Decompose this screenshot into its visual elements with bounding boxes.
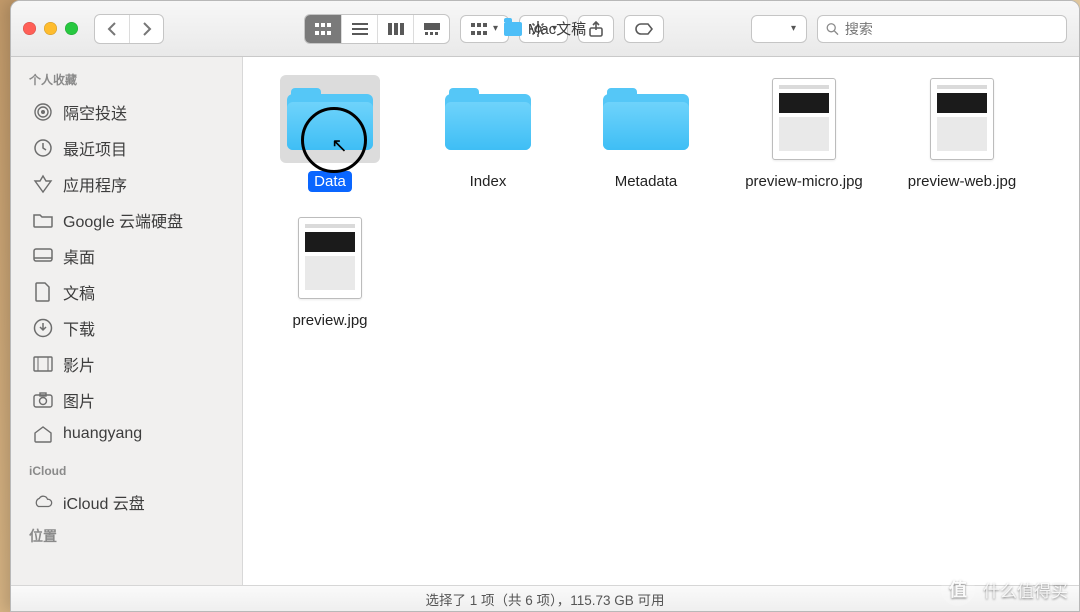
sidebar-item-movies[interactable]: 影片 — [11, 346, 242, 382]
desktop-icon — [33, 246, 53, 266]
item-label: preview.jpg — [286, 310, 373, 331]
column-view-button[interactable] — [377, 15, 413, 43]
icon-view-button[interactable] — [305, 15, 341, 43]
sidebar-item-label: 应用程序 — [63, 172, 127, 196]
sidebar-item-documents[interactable]: 文稿 — [11, 274, 242, 310]
document-icon — [33, 282, 53, 302]
content-area[interactable]: Data Index Metadata preview-micro.jpg previe… — [243, 57, 1079, 585]
image-thumbnail — [280, 214, 380, 302]
arrange-menu[interactable]: ▾ — [460, 15, 509, 43]
item-label: preview-web.jpg — [902, 171, 1022, 192]
forward-button[interactable] — [129, 15, 163, 43]
sidebar-item-label: 隔空投送 — [63, 100, 127, 124]
search-input[interactable] — [845, 21, 1058, 37]
watermark-badge: 值 — [941, 572, 975, 606]
sidebar-item-label: 影片 — [63, 352, 95, 376]
share-icon — [589, 21, 603, 37]
sidebar-item-label: Google 云端硬盘 — [63, 208, 183, 232]
item-label: Data — [308, 171, 352, 192]
gallery-view-button[interactable] — [413, 15, 449, 43]
folder-item[interactable]: Metadata — [567, 75, 725, 192]
sidebar-item-label: iCloud 云盘 — [63, 490, 145, 514]
sidebar: 个人收藏 隔空投送 最近项目 应用程序 Google 云端硬盘 桌面 — [11, 57, 243, 585]
file-item[interactable]: preview-micro.jpg — [725, 75, 883, 192]
tag-icon — [635, 23, 653, 35]
chevron-down-icon: ▾ — [552, 23, 557, 34]
movie-icon — [33, 354, 53, 374]
sidebar-item-home[interactable]: huangyang — [11, 418, 242, 450]
sidebar-item-label: 桌面 — [63, 244, 95, 268]
folder-item[interactable]: Data — [251, 75, 409, 192]
sidebar-section-header: iCloud — [11, 460, 242, 484]
sidebar-item-icloud-drive[interactable]: iCloud 云盘 — [11, 484, 242, 520]
folder-icon — [280, 75, 380, 163]
back-button[interactable] — [95, 15, 129, 43]
titlebar: Mac文稿 ▾ ▾ — [11, 1, 1079, 57]
search-icon — [826, 22, 839, 36]
download-icon — [33, 318, 53, 338]
folder-icon — [438, 75, 538, 163]
file-item[interactable]: preview-web.jpg — [883, 75, 1041, 192]
sidebar-item-airdrop[interactable]: 隔空投送 — [11, 94, 242, 130]
image-thumbnail — [754, 75, 854, 163]
item-label: Metadata — [609, 171, 684, 192]
sidebar-item-label: 下载 — [63, 316, 95, 340]
sidebar-section-header-truncated: 位置 — [11, 520, 242, 552]
action-menu[interactable]: ▾ — [519, 15, 568, 43]
finder-window: Mac文稿 ▾ ▾ — [10, 0, 1080, 612]
watermark: 值 什么值得买 — [941, 572, 1068, 606]
chevron-down-icon: ▾ — [493, 23, 498, 34]
view-mode-segment — [304, 14, 450, 44]
camera-icon — [33, 390, 53, 410]
share-button[interactable] — [578, 15, 614, 43]
tags-button[interactable] — [624, 15, 664, 43]
close-button[interactable] — [23, 22, 36, 35]
sidebar-section-header: 个人收藏 — [11, 67, 242, 94]
sidebar-item-google-drive[interactable]: Google 云端硬盘 — [11, 202, 242, 238]
sidebar-item-label: 文稿 — [63, 280, 95, 304]
applications-icon — [33, 174, 53, 194]
sidebar-item-pictures[interactable]: 图片 — [11, 382, 242, 418]
sidebar-item-downloads[interactable]: 下载 — [11, 310, 242, 346]
gear-icon — [530, 21, 546, 37]
sidebar-item-desktop[interactable]: 桌面 — [11, 238, 242, 274]
search-field[interactable] — [817, 15, 1067, 43]
image-thumbnail — [912, 75, 1012, 163]
item-label: Index — [464, 171, 513, 192]
clock-icon — [33, 138, 53, 158]
dropdown-button[interactable]: ▾ — [751, 15, 807, 43]
nav-buttons — [94, 14, 164, 44]
minimize-button[interactable] — [44, 22, 57, 35]
folder-icon — [596, 75, 696, 163]
folder-item[interactable]: Index — [409, 75, 567, 192]
folder-icon — [33, 210, 53, 230]
sidebar-item-label: 图片 — [63, 388, 95, 412]
airdrop-icon — [33, 102, 53, 122]
status-text: 选择了 1 项（共 6 项），115.73 GB 可用 — [425, 589, 664, 609]
sidebar-item-label: huangyang — [63, 425, 142, 443]
zoom-button[interactable] — [65, 22, 78, 35]
sidebar-item-recents[interactable]: 最近项目 — [11, 130, 242, 166]
watermark-text: 什么值得买 — [983, 577, 1068, 602]
chevron-down-icon: ▾ — [791, 23, 796, 34]
status-bar: 选择了 1 项（共 6 项），115.73 GB 可用 — [11, 585, 1079, 611]
sidebar-item-label: 最近项目 — [63, 136, 127, 160]
home-icon — [33, 424, 53, 444]
list-view-button[interactable] — [341, 15, 377, 43]
sidebar-item-applications[interactable]: 应用程序 — [11, 166, 242, 202]
file-item[interactable]: preview.jpg — [251, 214, 409, 331]
cloud-icon — [33, 492, 53, 512]
window-controls — [23, 22, 78, 35]
item-label: preview-micro.jpg — [739, 171, 869, 192]
